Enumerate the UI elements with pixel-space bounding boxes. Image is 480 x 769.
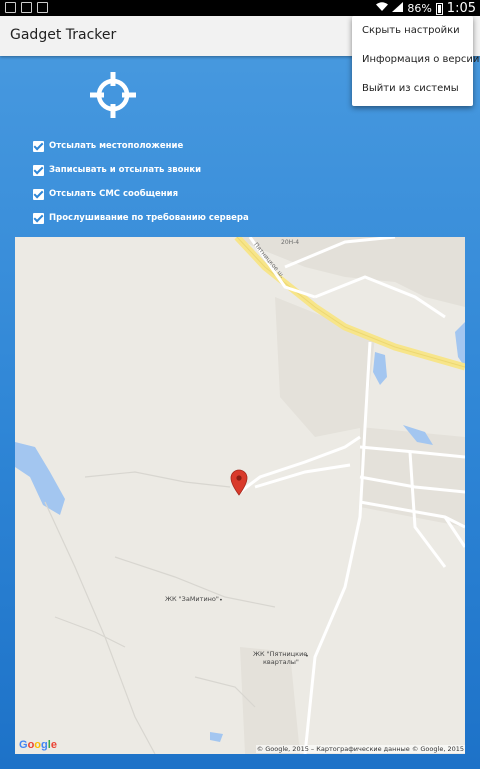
wifi-icon [376,2,389,15]
place-label: ЖК "ЗаМитино" [165,595,219,603]
checkbox-remote-listening[interactable] [33,212,44,224]
map-attribution: © Google, 2015 – Картографические данные… [255,745,465,753]
image-notification-icon [21,2,32,13]
status-bar: 86% 1:05 [0,0,480,16]
app-title: Gadget Tracker [10,27,117,43]
location-pin-icon[interactable] [230,469,248,496]
road-label: 20Н-4 [281,239,300,246]
signal-icon [392,2,404,15]
setting-remote-listening[interactable]: Прослушивание по требованию сервера [33,206,249,230]
battery-percent: 86% [407,2,432,15]
clock: 1:05 [446,1,476,16]
place-dot-icon: • [305,652,309,660]
setting-record-calls[interactable]: Записывать и отсылать звонки [33,158,249,182]
checkbox-send-sms[interactable] [33,188,44,200]
settings-checkboxes: Отсылать местоположение Записывать и отс… [33,134,249,230]
checkbox-label: Отсылать местоположение [49,141,184,151]
menu-item-version-info[interactable]: Информация о версии [352,45,479,74]
crosshair-target-icon [90,72,136,118]
google-logo[interactable]: Google [19,739,57,751]
place-label: ЖК "Пятницкие [253,650,308,658]
checkbox-send-location[interactable] [33,140,44,152]
map-canvas [15,237,465,754]
menu-item-hide-settings[interactable]: Скрыть настройки [352,16,473,45]
map-view[interactable]: Пятницкое ш. 20Н-4 ЖК "ЗаМитино" • ЖК "П… [15,237,465,754]
menu-item-logout[interactable]: Выйти из системы [352,74,473,103]
checkbox-label: Прослушивание по требованию сервера [49,213,249,223]
app-notification-icon [37,2,48,13]
checkbox-label: Записывать и отсылать звонки [49,165,202,175]
gallery-notification-icon [5,2,16,13]
place-label: кварталы" [263,658,299,666]
setting-send-sms[interactable]: Отсылать СМС сообщения [33,182,249,206]
checkbox-record-calls[interactable] [33,164,44,176]
setting-send-location[interactable]: Отсылать местоположение [33,134,249,158]
overflow-menu: Скрыть настройки Информация о версии Вый… [352,16,479,106]
battery-icon [435,2,443,15]
place-dot-icon: • [219,596,223,604]
checkbox-label: Отсылать СМС сообщения [49,189,179,199]
